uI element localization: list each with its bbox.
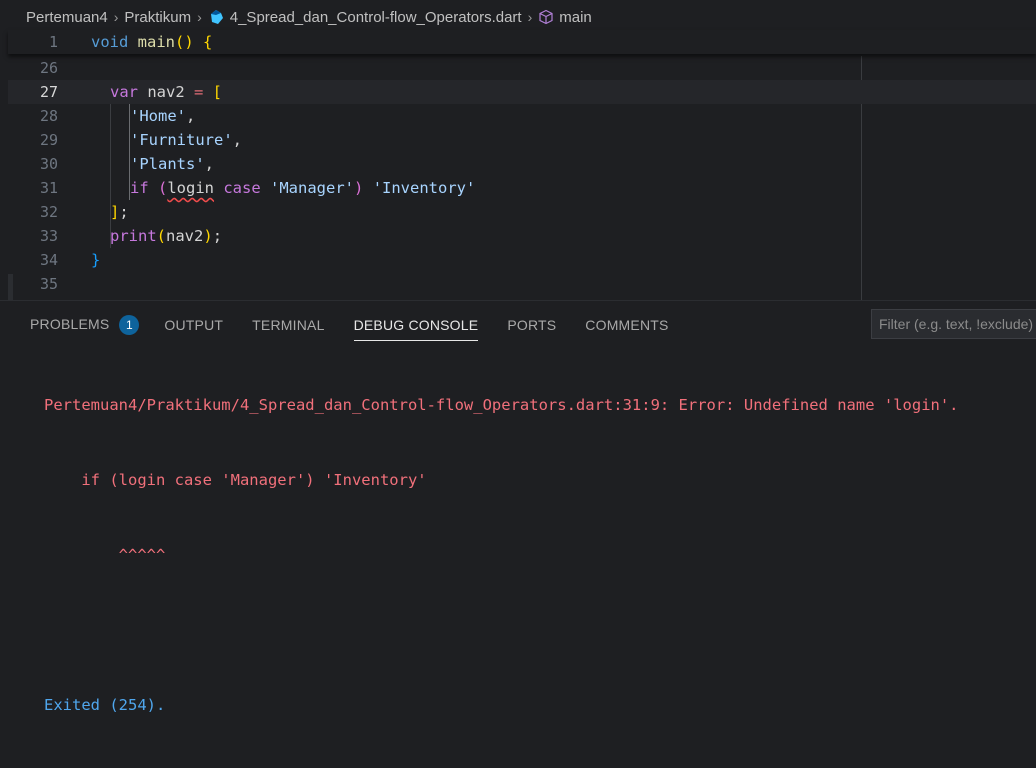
chevron-right-icon: › [527,9,533,25]
line-number: 34 [39,251,58,269]
error-squiggle: login [167,179,215,197]
breadcrumb: Pertemuan4 › Praktikum › 4_Spread_dan_Co… [0,0,1036,34]
sticky-code: void main() { [91,33,213,51]
console-code-line: if (login case 'Manager') 'Inventory' [44,471,427,489]
code-text: 'Plants', [130,155,214,173]
breadcrumb-folder-pertemuan4[interactable]: Pertemuan4 [26,9,108,26]
code-text: var nav2 = [ [110,83,223,101]
code-line[interactable]: 28 'Home', [8,104,1036,128]
code-line[interactable]: 26 [8,56,1036,80]
line-number: 35 [39,275,58,293]
debug-console-output: Pertemuan4/Praktikum/4_Spread_dan_Contro… [44,343,959,768]
line-number: 29 [39,131,58,149]
console-exit-line: Exited (254). [44,696,166,714]
tab-ports[interactable]: PORTS [507,317,556,333]
tab-problems[interactable]: PROBLEMS 1 [30,315,140,335]
code-text: print(nav2); [110,227,223,245]
code-text: 'Home', [130,107,196,125]
code-line[interactable]: 32 ]; [8,200,1036,224]
console-caret-line: ^^^^^ [44,546,166,564]
bottom-panel: PROBLEMS 1 OUTPUT TERMINAL DEBUG CONSOLE … [0,300,1036,714]
code-text: ]; [110,203,129,221]
line-number: 26 [39,59,58,77]
code-text: 'Furniture', [130,131,242,149]
console-error-line: Pertemuan4/Praktikum/4_Spread_dan_Contro… [44,396,959,414]
code-line[interactable]: 29 'Furniture', [8,128,1036,152]
tab-comments[interactable]: COMMENTS [585,317,668,333]
breadcrumb-symbol-main[interactable]: main [559,9,592,26]
tab-debug-console[interactable]: DEBUG CONSOLE [353,317,479,341]
tab-terminal[interactable]: TERMINAL [252,317,324,333]
code-text: } [91,251,101,269]
method-cube-icon [539,9,553,25]
chevron-right-icon: › [197,9,202,25]
sticky-scroll-line[interactable]: 1 void main() { [8,30,1036,54]
line-number: 33 [39,227,58,245]
chevron-right-icon: › [113,9,119,25]
code-line[interactable]: 34 } [8,248,1036,272]
code-line[interactable]: 31 if (login case 'Manager') 'Inventory' [8,176,1036,200]
line-number: 30 [39,155,58,173]
line-number: 28 [39,107,58,125]
panel-tabs: PROBLEMS 1 OUTPUT TERMINAL DEBUG CONSOLE … [30,311,698,341]
code-line-current[interactable]: 27 var nav2 = [ [8,80,1036,104]
breadcrumb-file[interactable]: 4_Spread_dan_Control-flow_Operators.dart [230,9,522,26]
breadcrumb-folder-praktikum[interactable]: Praktikum [124,9,191,26]
tab-output[interactable]: OUTPUT [164,317,223,333]
code-text: if (login case 'Manager') 'Inventory' [130,179,476,197]
problems-count-badge: 1 [119,315,140,335]
code-line[interactable]: 30 'Plants', [8,152,1036,176]
code-line[interactable]: 33 print(nav2); [8,224,1036,248]
line-number: 27 [39,83,58,101]
code-line[interactable]: 35 [8,272,1036,296]
line-number: 32 [39,203,58,221]
line-number: 1 [48,33,58,51]
line-number: 31 [39,179,58,197]
code-editor[interactable]: 26 27 var nav2 = [ 28 'Home', 29 'Furnit… [8,56,1036,300]
dart-file-icon [210,10,223,24]
console-filter-input[interactable]: Filter (e.g. text, !exclude) [871,309,1036,339]
